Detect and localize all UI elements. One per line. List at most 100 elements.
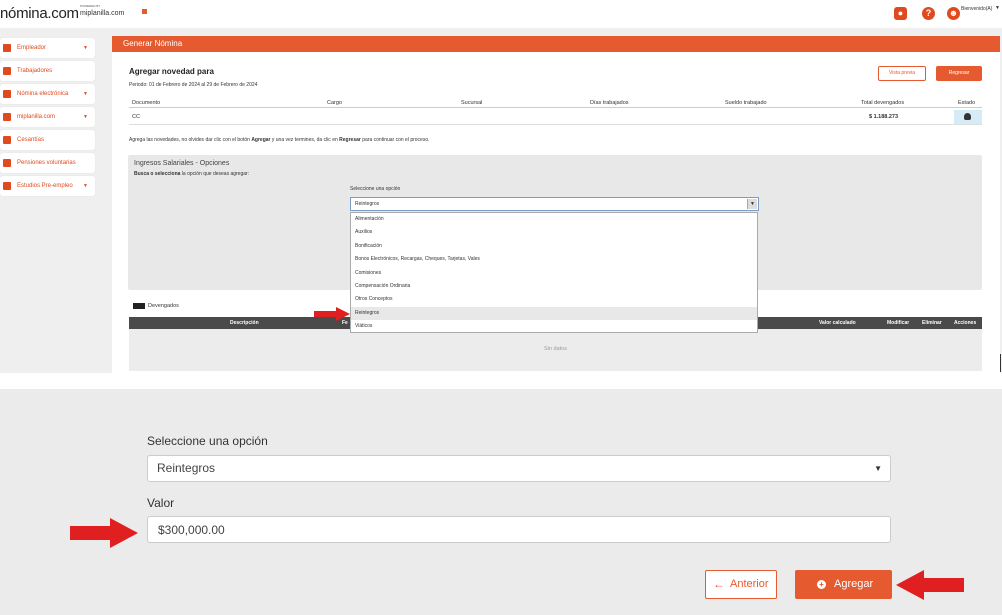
document-icon (3, 113, 11, 121)
valor-label: Valor (147, 496, 175, 510)
pointer-arrow-icon (896, 570, 964, 600)
ingresos-sub-rest: la opción que deseas agregar: (180, 171, 250, 177)
dropdown-option[interactable]: Alimentación (351, 213, 757, 226)
agregar-button[interactable]: + Agregar (795, 570, 892, 599)
document-icon (3, 90, 11, 98)
dropdown-option[interactable]: Otros Conceptos (351, 293, 757, 306)
option-select-label: Seleccione una opción (350, 186, 401, 192)
col-sucursal: Sucursal (461, 100, 483, 106)
sidebar-item-label: miplanilla.com (17, 114, 56, 120)
agregar-label: Agregar (834, 578, 874, 590)
welcome-label[interactable]: Bienvenido(A) (961, 6, 992, 12)
option-select-value: Reintegros (355, 201, 380, 207)
user-avatar-icon[interactable]: ☻ (947, 7, 960, 20)
top-bar: nómina.com POWERED BY miplanilla.com ● ?… (0, 0, 1002, 28)
anterior-button[interactable]: ← Anterior (705, 570, 777, 599)
valor-input[interactable] (147, 516, 891, 543)
chevron-down-icon[interactable]: ▼ (83, 84, 88, 104)
sidebar-item-label: Pensiones voluntarias (17, 160, 76, 166)
money-icon (133, 303, 145, 309)
col-modificar: Modificar (887, 320, 910, 326)
col-valor: Valor calculado (819, 320, 856, 326)
dropdown-option[interactable]: Auxilios (351, 226, 757, 239)
logo[interactable]: nómina.com (0, 5, 79, 22)
form-option-select[interactable]: Reintegros ▼ (147, 455, 891, 482)
estado-button[interactable] (954, 110, 982, 124)
hourglass-icon (3, 159, 11, 167)
cell-documento: CC (132, 114, 140, 120)
zoomed-form-panel: Seleccione una opción Reintegros ▼ Valor… (0, 389, 1002, 615)
col-sueldo: Sueldo trabajado (725, 100, 767, 106)
dropdown-option[interactable]: Compensación Ordinaria (351, 280, 757, 293)
sidebar-item-label: Estudios Pre-empleo (17, 183, 73, 189)
hint-bold-agregar: Agregar (251, 137, 271, 143)
dropdown-option[interactable]: Bonos Electrónicos, Recargas, Cheques, T… (351, 253, 757, 266)
back-label: Regresar (948, 70, 970, 76)
col-eliminar: Eliminar (922, 320, 942, 326)
col-estado: Estado (958, 100, 976, 106)
col-acciones: Acciones (954, 320, 977, 326)
sidebar-item[interactable]: Estudios Pre-empleo ▼ (0, 176, 95, 196)
col-dias: Días trabajados (590, 100, 629, 106)
col-documento: Documento (132, 100, 161, 106)
chevron-down-icon[interactable]: ▼ (995, 5, 1000, 11)
chevron-down-icon[interactable]: ▼ (83, 107, 88, 127)
hint-part: Agrega las novedades, no olvides dar cli… (129, 137, 252, 143)
divider (1000, 354, 1001, 372)
table-row: CC $ 1.188.273 (129, 109, 982, 125)
col-total: Total devengados (861, 100, 905, 106)
empty-state: Sin datos (544, 346, 567, 352)
sidebar-item-label: Cesantías (17, 137, 45, 143)
ingresos-sub-bold: Busca o selecciona (134, 171, 181, 177)
chevron-down-icon[interactable]: ▼ (874, 456, 882, 481)
hint-text: Agrega las novedades, no olvides dar cli… (129, 137, 430, 143)
hint-part: y una vez termines, da clic en (270, 137, 340, 143)
sidebar-item[interactable]: Pensiones voluntarias (0, 153, 95, 173)
col-cargo: Cargo (327, 100, 342, 106)
dropdown-option[interactable]: Comisiones (351, 267, 757, 280)
option-dropdown-list: Alimentación Auxilios Bonificación Bonos El… (350, 212, 758, 333)
form-select-value: Reintegros (157, 461, 216, 475)
ingresos-title: Ingresos Salariales - Opciones (134, 160, 230, 167)
building-icon (3, 44, 11, 52)
sidebar-item[interactable]: Nómina electrónica ▼ (0, 84, 95, 104)
sidebar-item-label: Nómina electrónica (17, 91, 69, 97)
chat-icon[interactable]: ● (894, 7, 907, 20)
chevron-down-icon[interactable]: ▼ (747, 199, 757, 209)
arrow-left-icon: ← (713, 577, 725, 591)
sidebar-item[interactable]: Cesantías (0, 130, 95, 150)
cell-total: $ 1.188.273 (869, 114, 899, 120)
powered-by-name: miplanilla.com (80, 10, 125, 17)
sidebar-item[interactable]: miplanilla.com ▼ (0, 107, 95, 127)
chevron-down-icon[interactable]: ▼ (83, 38, 88, 58)
hint-part: para continuar con el proceso. (360, 137, 430, 143)
help-icon[interactable]: ? (922, 7, 935, 20)
form-select-label: Seleccione una opción (147, 434, 268, 448)
col-descripcion: Descripción (230, 320, 259, 326)
period-label: Periodo: 01 de Febrero de 2024 al 29 de … (129, 82, 258, 88)
user-icon (964, 113, 971, 120)
devengados-table-body: Sin datos (129, 329, 982, 371)
sidebar-item-label: Empleador (17, 45, 47, 51)
piggy-bank-icon (3, 136, 11, 144)
users-icon (3, 67, 11, 75)
dropdown-option[interactable]: Reintegros (351, 306, 757, 321)
anterior-label: Anterior (730, 578, 769, 590)
card-header: Generar Nómina (112, 36, 1000, 52)
powered-by-label: POWERED BY (80, 4, 101, 8)
back-button[interactable]: Regresar (936, 66, 982, 81)
page-title: Agregar novedad para (129, 67, 214, 76)
chevron-down-icon[interactable]: ▼ (83, 176, 88, 196)
dropdown-option[interactable]: Viáticos (351, 320, 757, 333)
sidebar-item[interactable]: Trabajadores (0, 61, 95, 81)
flag-icon (142, 9, 147, 14)
hint-bold-regresar: Regresar (339, 137, 361, 143)
devengados-label: Devengados (148, 303, 179, 309)
preview-label: Vista previa (888, 70, 916, 76)
option-select[interactable]: Reintegros ▼ (350, 197, 759, 211)
sidebar: Empleador ▼ Trabajadores Nómina electrónica… (0, 38, 95, 199)
plus-circle-icon: + (817, 580, 826, 589)
preview-button[interactable]: Vista previa (878, 66, 926, 81)
dropdown-option[interactable]: Bonificación (351, 240, 757, 253)
sidebar-item[interactable]: Empleador ▼ (0, 38, 95, 58)
